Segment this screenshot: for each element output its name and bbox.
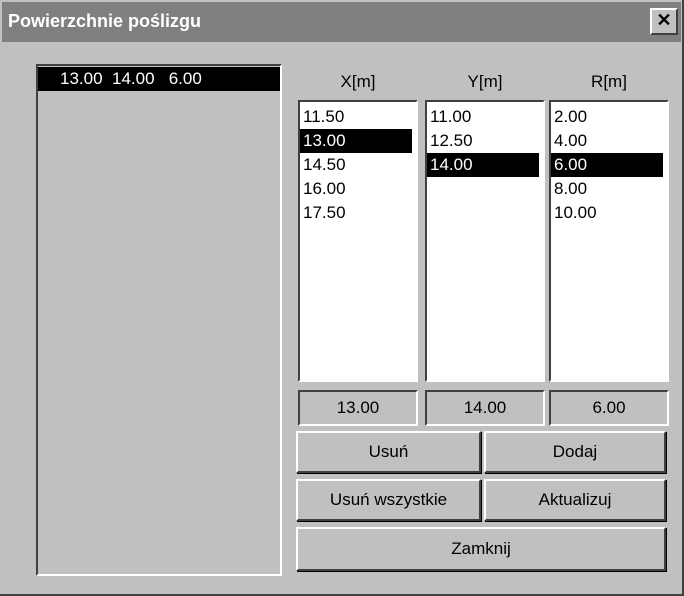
y-list-item[interactable]: 12.50	[427, 129, 543, 153]
x-values-listbox[interactable]: 11.50 13.00 14.50 16.00 17.50	[298, 100, 418, 382]
y-value-field[interactable]: 14.00	[425, 390, 545, 426]
dialog-window: Powierzchnie poślizgu ✕ 13.00 14.00 6.00…	[0, 0, 684, 596]
add-button[interactable]: Dodaj	[484, 431, 666, 473]
r-list-item[interactable]: 6.00	[551, 153, 663, 177]
r-value-field[interactable]: 6.00	[549, 390, 669, 426]
y-column-label: Y[m]	[467, 72, 503, 91]
r-values-listbox[interactable]: 2.00 4.00 6.00 8.00 10.00	[549, 100, 669, 382]
remove-button[interactable]: Usuń	[296, 431, 481, 473]
surfaces-listbox[interactable]: 13.00 14.00 6.00	[36, 64, 282, 576]
close-button[interactable]: Zamknij	[296, 527, 666, 571]
r-list-item[interactable]: 4.00	[551, 129, 667, 153]
r-list-item[interactable]: 8.00	[551, 177, 667, 201]
remove-all-button[interactable]: Usuń wszystkie	[296, 479, 481, 521]
x-column-label: X[m]	[340, 72, 376, 91]
surface-list-item[interactable]: 13.00 14.00 6.00	[38, 67, 280, 91]
close-icon[interactable]: ✕	[650, 8, 678, 35]
title-bar[interactable]: Powierzchnie poślizgu ✕	[2, 2, 681, 42]
y-list-item[interactable]: 14.00	[427, 153, 539, 177]
x-list-item[interactable]: 13.00	[300, 129, 412, 153]
x-list-item[interactable]: 17.50	[300, 201, 416, 225]
x-list-item[interactable]: 16.00	[300, 177, 416, 201]
x-list-item[interactable]: 11.50	[300, 105, 416, 129]
y-values-listbox[interactable]: 11.00 12.50 14.00	[425, 100, 545, 382]
r-column-label: R[m]	[591, 72, 627, 91]
window-title: Powierzchnie poślizgu	[8, 11, 202, 31]
r-list-item[interactable]: 10.00	[551, 201, 667, 225]
y-list-item[interactable]: 11.00	[427, 105, 543, 129]
r-list-item[interactable]: 2.00	[551, 105, 667, 129]
update-button[interactable]: Aktualizuj	[484, 479, 666, 521]
x-list-item[interactable]: 14.50	[300, 153, 416, 177]
x-value-field[interactable]: 13.00	[298, 390, 418, 426]
